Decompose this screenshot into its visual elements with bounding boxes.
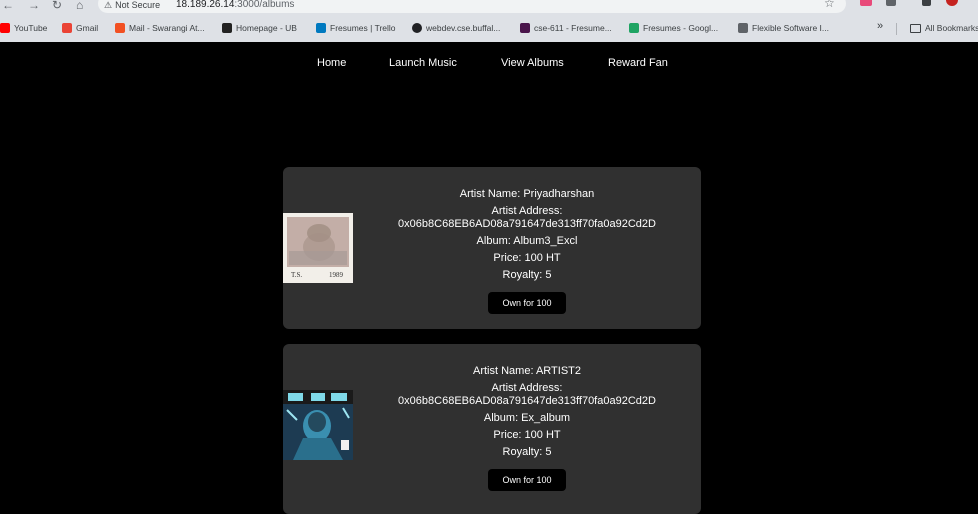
- profile-avatar-icon[interactable]: [946, 0, 958, 6]
- address-row: ← → ↻ ⌂ ⚠ Not Secure 18.189.26.14:3000/al…: [0, 0, 978, 14]
- nav-launch-music-link[interactable]: Launch Music: [389, 57, 457, 69]
- url-text[interactable]: 18.189.26.14:3000/albums: [176, 0, 294, 10]
- album-name: Album: Ex_album: [483, 412, 571, 424]
- youtube-icon: [0, 23, 10, 33]
- bookmark-youtube[interactable]: YouTube: [0, 20, 47, 36]
- album-info: Artist Name: Priyadharshan Artist Addres…: [353, 188, 701, 314]
- album-info: Artist Name: ARTIST2 Artist Address: 0x0…: [353, 365, 701, 491]
- bookmark-gmail[interactable]: Gmail: [62, 20, 98, 36]
- site-navbar: Home Launch Music View Albums Reward Fan: [0, 57, 978, 73]
- slack-icon: [520, 23, 530, 33]
- bookmark-fresumes-google[interactable]: Fresumes - Googl...: [629, 20, 718, 36]
- album-price: Price: 100 HT: [493, 252, 561, 264]
- bookmark-star-icon[interactable]: ☆: [824, 0, 835, 10]
- all-bookmarks-folder[interactable]: All Bookmarks: [910, 20, 978, 36]
- back-icon[interactable]: ←: [2, 0, 14, 12]
- home-icon[interactable]: ⌂: [76, 0, 83, 12]
- album-royalty: Royalty: 5: [502, 446, 552, 458]
- artist-name: Artist Name: Priyadharshan: [459, 188, 595, 200]
- drive-icon: [629, 23, 639, 33]
- security-indicator[interactable]: ⚠ Not Secure: [104, 0, 160, 11]
- album-name: Album: Album3_Excl: [476, 235, 578, 247]
- warning-icon: ⚠: [104, 0, 113, 10]
- more-bookmarks-chevron-icon[interactable]: »: [877, 20, 883, 32]
- album-cover-image: T.S. 1989: [283, 213, 353, 283]
- globe-icon: [412, 23, 422, 33]
- address-bar[interactable]: ⚠ Not Secure 18.189.26.14:3000/albums: [98, 0, 846, 13]
- bookmark-mail[interactable]: Mail - Swarangi At...: [115, 20, 205, 36]
- ub-icon: [222, 23, 232, 33]
- forward-icon[interactable]: →: [28, 0, 40, 12]
- artist-address: 0x06b8C68EB6AD08a791647de313ff70fa0a92Cd…: [398, 395, 656, 407]
- artist-address-label: Artist Address:: [491, 205, 563, 217]
- doc-icon: [738, 23, 748, 33]
- own-album-button[interactable]: Own for 100: [488, 292, 566, 314]
- album-card: T.S. 1989 Artist Name: Priyadharshan Art…: [283, 167, 701, 329]
- microsoft-icon: [115, 23, 125, 33]
- album-card: Artist Name: ARTIST2 Artist Address: 0x0…: [283, 344, 701, 514]
- reload-icon[interactable]: ↻: [52, 0, 62, 12]
- album-royalty: Royalty: 5: [502, 269, 552, 281]
- folder-icon: [910, 23, 921, 33]
- bookmark-flexible-software[interactable]: Flexible Software I...: [738, 20, 829, 36]
- album-price: Price: 100 HT: [493, 429, 561, 441]
- extensions-puzzle-icon[interactable]: [886, 0, 896, 6]
- bookmark-webdev[interactable]: webdev.cse.buffal...: [412, 20, 500, 36]
- gmail-icon: [62, 23, 72, 33]
- artist-address: 0x06b8C68EB6AD08a791647de313ff70fa0a92Cd…: [398, 218, 656, 230]
- nav-home-link[interactable]: Home: [317, 57, 346, 69]
- extension-icon[interactable]: [860, 0, 872, 6]
- cover-text-left: T.S.: [291, 271, 302, 279]
- browser-chrome: ← → ↻ ⌂ ⚠ Not Secure 18.189.26.14:3000/al…: [0, 0, 978, 42]
- sidepanel-icon[interactable]: [922, 0, 931, 6]
- cover-text-right: 1989: [329, 271, 344, 279]
- trello-icon: [316, 23, 326, 33]
- bookmarks-bar: YouTube Gmail Mail - Swarangi At... Home…: [0, 20, 978, 38]
- nav-view-albums-link[interactable]: View Albums: [501, 57, 564, 69]
- album-cover-image: [283, 390, 353, 460]
- bookmark-trello[interactable]: Fresumes | Trello: [316, 20, 396, 36]
- bookmarks-divider: [896, 23, 897, 35]
- bookmark-cse611[interactable]: cse-611 - Fresume...: [520, 20, 612, 36]
- nav-reward-fan-link[interactable]: Reward Fan: [608, 57, 668, 69]
- own-album-button[interactable]: Own for 100: [488, 469, 566, 491]
- bookmark-homepage-ub[interactable]: Homepage - UB: [222, 20, 297, 36]
- artist-address-label: Artist Address:: [491, 382, 563, 394]
- artist-name: Artist Name: ARTIST2: [473, 365, 581, 377]
